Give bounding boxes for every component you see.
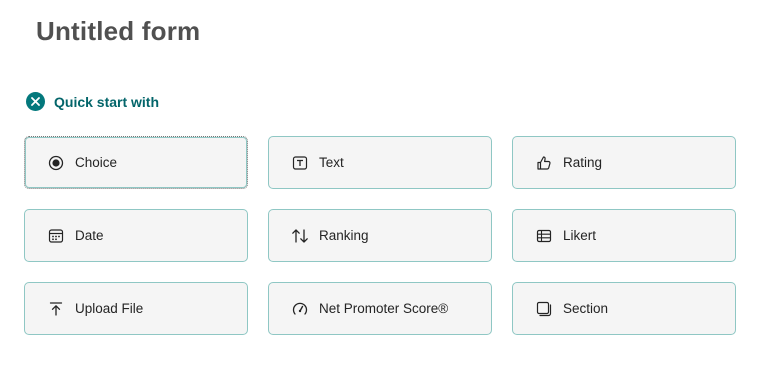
choice-label: Choice (75, 155, 118, 170)
likert-label: Likert (563, 228, 597, 243)
rating-label: Rating (563, 155, 603, 170)
section-button[interactable]: Section (512, 282, 736, 335)
upload-icon (47, 300, 65, 318)
rating-button[interactable]: Rating (512, 136, 736, 189)
section-icon (535, 300, 553, 318)
close-icon[interactable] (26, 92, 45, 111)
sort-arrows-icon (291, 227, 309, 245)
table-grid-icon (535, 227, 553, 245)
calendar-icon (47, 227, 65, 245)
date-button[interactable]: Date (24, 209, 248, 262)
ranking-button[interactable]: Ranking (268, 209, 492, 262)
upload-file-label: Upload File (75, 301, 144, 316)
net-promoter-score-label: Net Promoter Score® (319, 301, 449, 316)
form-editor: Untitled form Quick start with Choice Te… (0, 0, 768, 365)
net-promoter-score-button[interactable]: Net Promoter Score® (268, 282, 492, 335)
section-label: Section (563, 301, 609, 316)
quick-start-header: Quick start with (26, 92, 159, 111)
thumbs-up-icon (535, 154, 553, 172)
gauge-icon (291, 300, 309, 318)
form-title[interactable]: Untitled form (36, 16, 200, 47)
likert-button[interactable]: Likert (512, 209, 736, 262)
text-box-icon (291, 154, 309, 172)
radio-button-icon (47, 154, 65, 172)
text-label: Text (319, 155, 344, 170)
text-button[interactable]: Text (268, 136, 492, 189)
date-label: Date (75, 228, 104, 243)
ranking-label: Ranking (319, 228, 369, 243)
upload-file-button[interactable]: Upload File (24, 282, 248, 335)
quick-start-label: Quick start with (54, 93, 160, 110)
choice-button[interactable]: Choice (24, 136, 248, 189)
